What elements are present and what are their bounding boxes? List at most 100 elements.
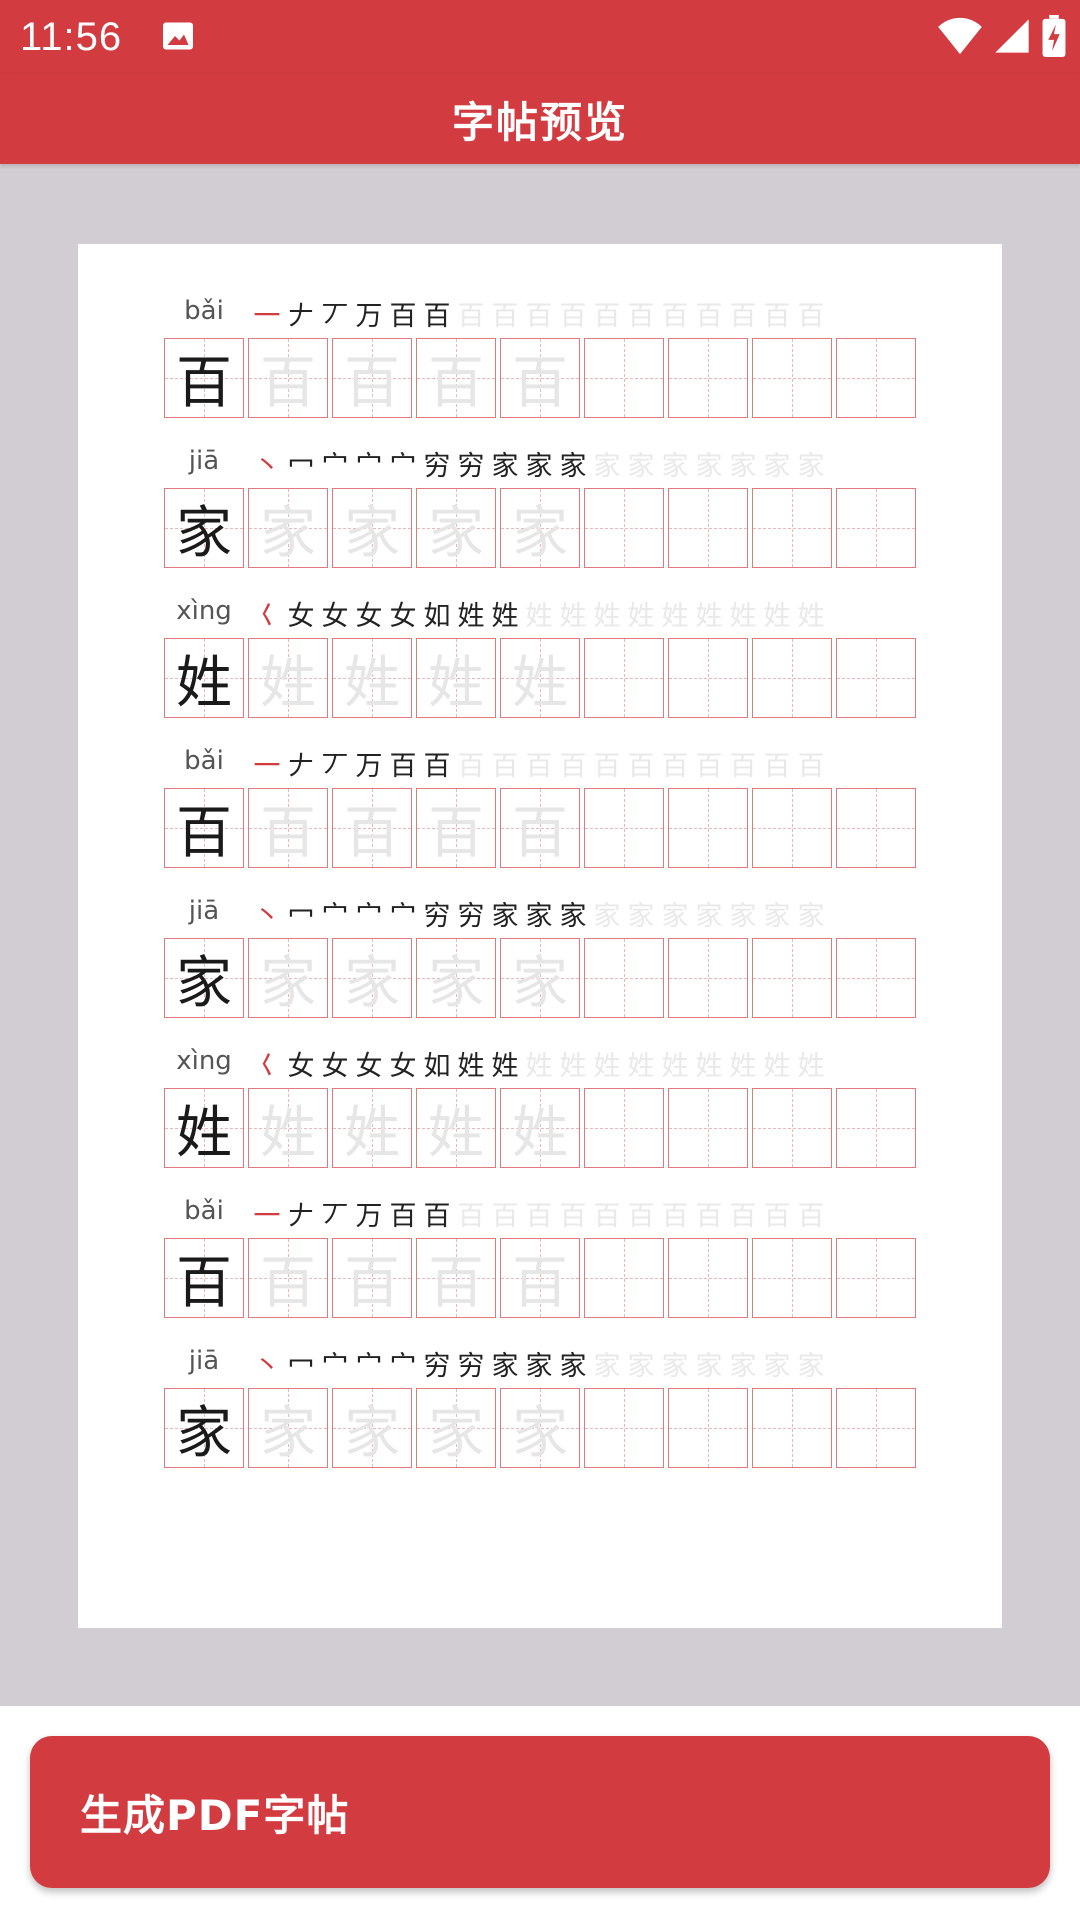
grid-cells: 百百百百百 [164,338,916,418]
preview-area[interactable]: bǎi 一 𠂇 丆万百百百百百百百百百百百百百百百百百百 jiā 丶冖宀宀宀穷穷家家家家家… [0,164,1080,1706]
empty-cell [836,1088,916,1168]
stroke-trace: 姓 [525,601,553,632]
trace-cell: 百 [416,1238,496,1318]
trace-character: 百 [344,800,400,866]
wifi-icon [938,17,982,55]
stroke-step: 姓 [491,1051,519,1082]
trace-character: 家 [344,500,400,566]
grid-cells: 家家家家家 [164,1388,916,1468]
model-cell: 姓 [164,638,244,718]
stroke-trace: 百 [627,751,655,782]
stroke-trace: 百 [525,301,553,332]
stroke-trace: 百 [525,751,553,782]
stroke-trace: 姓 [661,1051,689,1082]
stroke-step: 穷 [457,451,485,482]
stroke-step: 𠂇 [287,301,315,332]
trace-cell: 百 [248,338,328,418]
model-character: 百 [176,350,232,416]
stroke-step: 宀 [355,1351,383,1382]
model-character: 姓 [176,1100,232,1166]
stroke-trace: 百 [593,301,621,332]
stroke-step: 丶 [253,1351,281,1382]
stroke-trace: 姓 [797,1051,825,1082]
stroke-order: 𡿨女女女女如姓姓姓姓姓姓姓姓姓姓姓 [250,598,828,634]
stroke-step: 女 [287,601,315,632]
trace-cell: 百 [248,788,328,868]
trace-cell: 家 [248,938,328,1018]
stroke-trace: 家 [593,451,621,482]
stroke-trace: 姓 [525,1051,553,1082]
stroke-trace: 百 [695,1201,723,1232]
stroke-trace: 百 [525,1201,553,1232]
stroke-step: 女 [355,1051,383,1082]
stroke-step: 穷 [423,451,451,482]
trace-cell: 家 [416,938,496,1018]
stroke-step: 百 [389,301,417,332]
stroke-trace: 百 [457,751,485,782]
stroke-trace: 家 [593,901,621,932]
stroke-step: 家 [559,1351,587,1382]
model-cell: 家 [164,488,244,568]
stroke-trace: 姓 [729,601,757,632]
empty-cell [836,338,916,418]
generate-pdf-button[interactable]: 生成PDF字帖 [30,1736,1050,1888]
empty-cell [584,638,664,718]
stroke-step: 丆 [321,301,349,332]
status-icons [938,14,1066,58]
stroke-step: 丆 [321,1201,349,1232]
trace-cell: 家 [248,1388,328,1468]
trace-character: 姓 [260,1100,316,1166]
stroke-trace: 姓 [559,601,587,632]
stroke-trace: 百 [797,1201,825,1232]
stroke-step: 冖 [287,1351,315,1382]
grid-cells: 百百百百百 [164,788,916,868]
stroke-trace: 百 [559,301,587,332]
stroke-trace: 家 [593,1351,621,1382]
stroke-trace: 家 [695,901,723,932]
stroke-step: 姓 [457,601,485,632]
stroke-step: 万 [355,751,383,782]
trace-cell: 家 [416,488,496,568]
stroke-trace: 家 [627,451,655,482]
trace-cell: 姓 [248,638,328,718]
stroke-step: 万 [355,1201,383,1232]
stroke-trace: 姓 [695,601,723,632]
grid-cells: 百百百百百 [164,1238,916,1318]
stroke-order: 一𠂇丆万百百百百百百百百百百百百百 [250,298,828,334]
stroke-step: 百 [389,751,417,782]
stroke-trace: 姓 [559,1051,587,1082]
trace-cell: 百 [332,338,412,418]
stroke-trace: 百 [661,301,689,332]
trace-cell: 姓 [416,1088,496,1168]
stroke-step: 女 [287,1051,315,1082]
model-character: 家 [176,1400,232,1466]
stroke-trace: 家 [763,901,791,932]
pinyin-label: bǎi [184,746,224,776]
trace-cell: 百 [332,1238,412,1318]
trace-cell: 百 [500,338,580,418]
trace-character: 家 [344,950,400,1016]
stroke-trace: 家 [627,1351,655,1382]
trace-character: 家 [512,1400,568,1466]
trace-character: 百 [260,350,316,416]
image-icon [163,22,193,50]
trace-character: 姓 [344,1100,400,1166]
stroke-step: 宀 [389,901,417,932]
trace-cell: 百 [500,788,580,868]
stroke-step: 家 [525,1351,553,1382]
empty-cell [668,1088,748,1168]
stroke-order: 一𠂇丆万百百百百百百百百百百百百百 [250,1198,828,1234]
trace-character: 家 [428,500,484,566]
stroke-trace: 家 [797,451,825,482]
empty-cell [752,788,832,868]
stroke-trace: 百 [729,751,757,782]
stroke-trace: 百 [491,751,519,782]
stroke-trace: 百 [695,301,723,332]
trace-character: 百 [344,1250,400,1316]
stroke-step: 𠂇 [287,751,315,782]
stroke-trace: 百 [559,1201,587,1232]
stroke-trace: 百 [763,301,791,332]
stroke-order: 一𠂇丆万百百百百百百百百百百百百百 [250,748,828,784]
stroke-trace: 百 [457,301,485,332]
trace-cell: 百 [332,788,412,868]
